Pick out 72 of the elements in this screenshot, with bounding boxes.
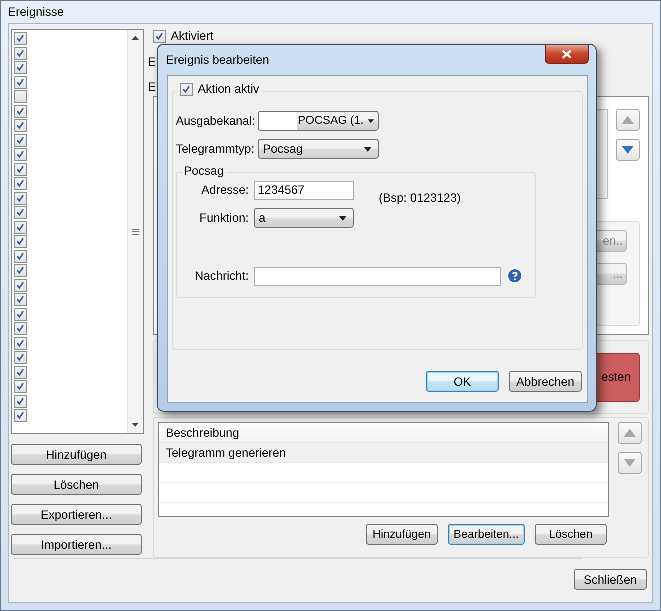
checkbox[interactable] bbox=[14, 380, 27, 393]
checkbox[interactable] bbox=[14, 220, 27, 234]
field-label: E bbox=[148, 55, 156, 69]
checkbox[interactable] bbox=[14, 177, 27, 190]
checkbox[interactable] bbox=[14, 409, 27, 422]
checkbox[interactable] bbox=[14, 46, 27, 60]
output-channel-dropdown[interactable]: POCSAG (1. bbox=[258, 111, 379, 131]
close-button[interactable] bbox=[545, 45, 589, 64]
up-arrow-icon bbox=[132, 36, 139, 40]
checkbox[interactable] bbox=[14, 76, 27, 88]
close-button[interactable]: Schließen bbox=[574, 569, 647, 590]
field-label: E bbox=[148, 80, 156, 94]
checkbox[interactable] bbox=[14, 32, 27, 45]
down-arrow-icon bbox=[622, 146, 634, 154]
checkbox[interactable] bbox=[14, 394, 27, 408]
group-title: Pocsag bbox=[182, 164, 226, 178]
caret-icon bbox=[364, 146, 372, 152]
address-field[interactable]: 1234567 bbox=[254, 180, 354, 200]
checkbox[interactable] bbox=[153, 30, 166, 42]
checkbox[interactable] bbox=[14, 90, 27, 103]
checkbox[interactable] bbox=[14, 192, 27, 204]
telegram-type-dropdown[interactable]: Pocsag bbox=[258, 139, 379, 159]
list-action-button[interactable]: Exportieren... bbox=[11, 504, 142, 525]
checkbox[interactable] bbox=[14, 250, 27, 262]
field-label: Telegrammtyp: bbox=[176, 142, 256, 156]
close-icon bbox=[562, 50, 572, 58]
checkbox[interactable] bbox=[14, 264, 27, 277]
function-dropdown[interactable]: a bbox=[254, 208, 354, 228]
checkbox[interactable] bbox=[14, 293, 27, 306]
help-icon[interactable] bbox=[508, 269, 522, 283]
message-field[interactable] bbox=[254, 266, 501, 286]
field-label: Funktion: bbox=[198, 211, 250, 225]
list-action-button[interactable]: Hinzufügen bbox=[11, 444, 142, 465]
hint-text: (Bsp: 0123123) bbox=[379, 190, 462, 204]
checkbox[interactable] bbox=[14, 322, 27, 335]
field-label: Adresse: bbox=[200, 183, 250, 197]
dialog-button[interactable]: Abbrechen bbox=[509, 371, 582, 392]
checkbox[interactable] bbox=[180, 82, 193, 96]
list-action-button[interactable]: Löschen bbox=[11, 474, 142, 495]
grip-icon bbox=[132, 228, 139, 234]
checkbox[interactable] bbox=[14, 308, 27, 320]
checkbox[interactable] bbox=[14, 134, 27, 146]
move-down-button[interactable] bbox=[616, 139, 640, 161]
caret-icon bbox=[368, 118, 374, 124]
checkbox[interactable] bbox=[14, 336, 27, 350]
down-arrow-icon bbox=[132, 423, 139, 427]
checkbox[interactable] bbox=[14, 148, 27, 161]
table-row[interactable]: Telegramm generieren bbox=[159, 443, 608, 463]
checkbox[interactable] bbox=[14, 162, 27, 176]
field-label: Nachricht: bbox=[194, 269, 250, 283]
action-button[interactable]: Hinzufügen bbox=[366, 524, 438, 545]
checkbox[interactable] bbox=[14, 366, 27, 378]
checkbox[interactable] bbox=[14, 61, 27, 74]
checkbox[interactable] bbox=[14, 104, 27, 118]
down-arrow-icon bbox=[624, 459, 636, 467]
checkbox-label: Aktiviert bbox=[171, 29, 214, 43]
scrollbar[interactable] bbox=[127, 30, 143, 433]
dialog-title: Ereignis bearbeiten bbox=[166, 53, 270, 67]
checkbox[interactable] bbox=[14, 235, 27, 248]
action-button[interactable]: Löschen bbox=[535, 524, 607, 545]
checkbox-label: Aktion aktiv bbox=[198, 82, 260, 96]
checkbox[interactable] bbox=[14, 351, 27, 364]
dialog-button[interactable]: OK bbox=[426, 371, 499, 392]
up-arrow-icon bbox=[624, 429, 636, 437]
field-label: Ausgabekanal: bbox=[176, 114, 256, 128]
checkbox[interactable] bbox=[14, 278, 27, 292]
list-action-button[interactable]: Importieren... bbox=[11, 534, 142, 555]
action-button[interactable]: Bearbeiten... bbox=[448, 524, 525, 545]
up-arrow-icon bbox=[622, 116, 634, 124]
checkbox[interactable] bbox=[14, 119, 27, 132]
window-title: Ereignisse bbox=[8, 5, 64, 19]
checkbox[interactable] bbox=[14, 206, 27, 219]
